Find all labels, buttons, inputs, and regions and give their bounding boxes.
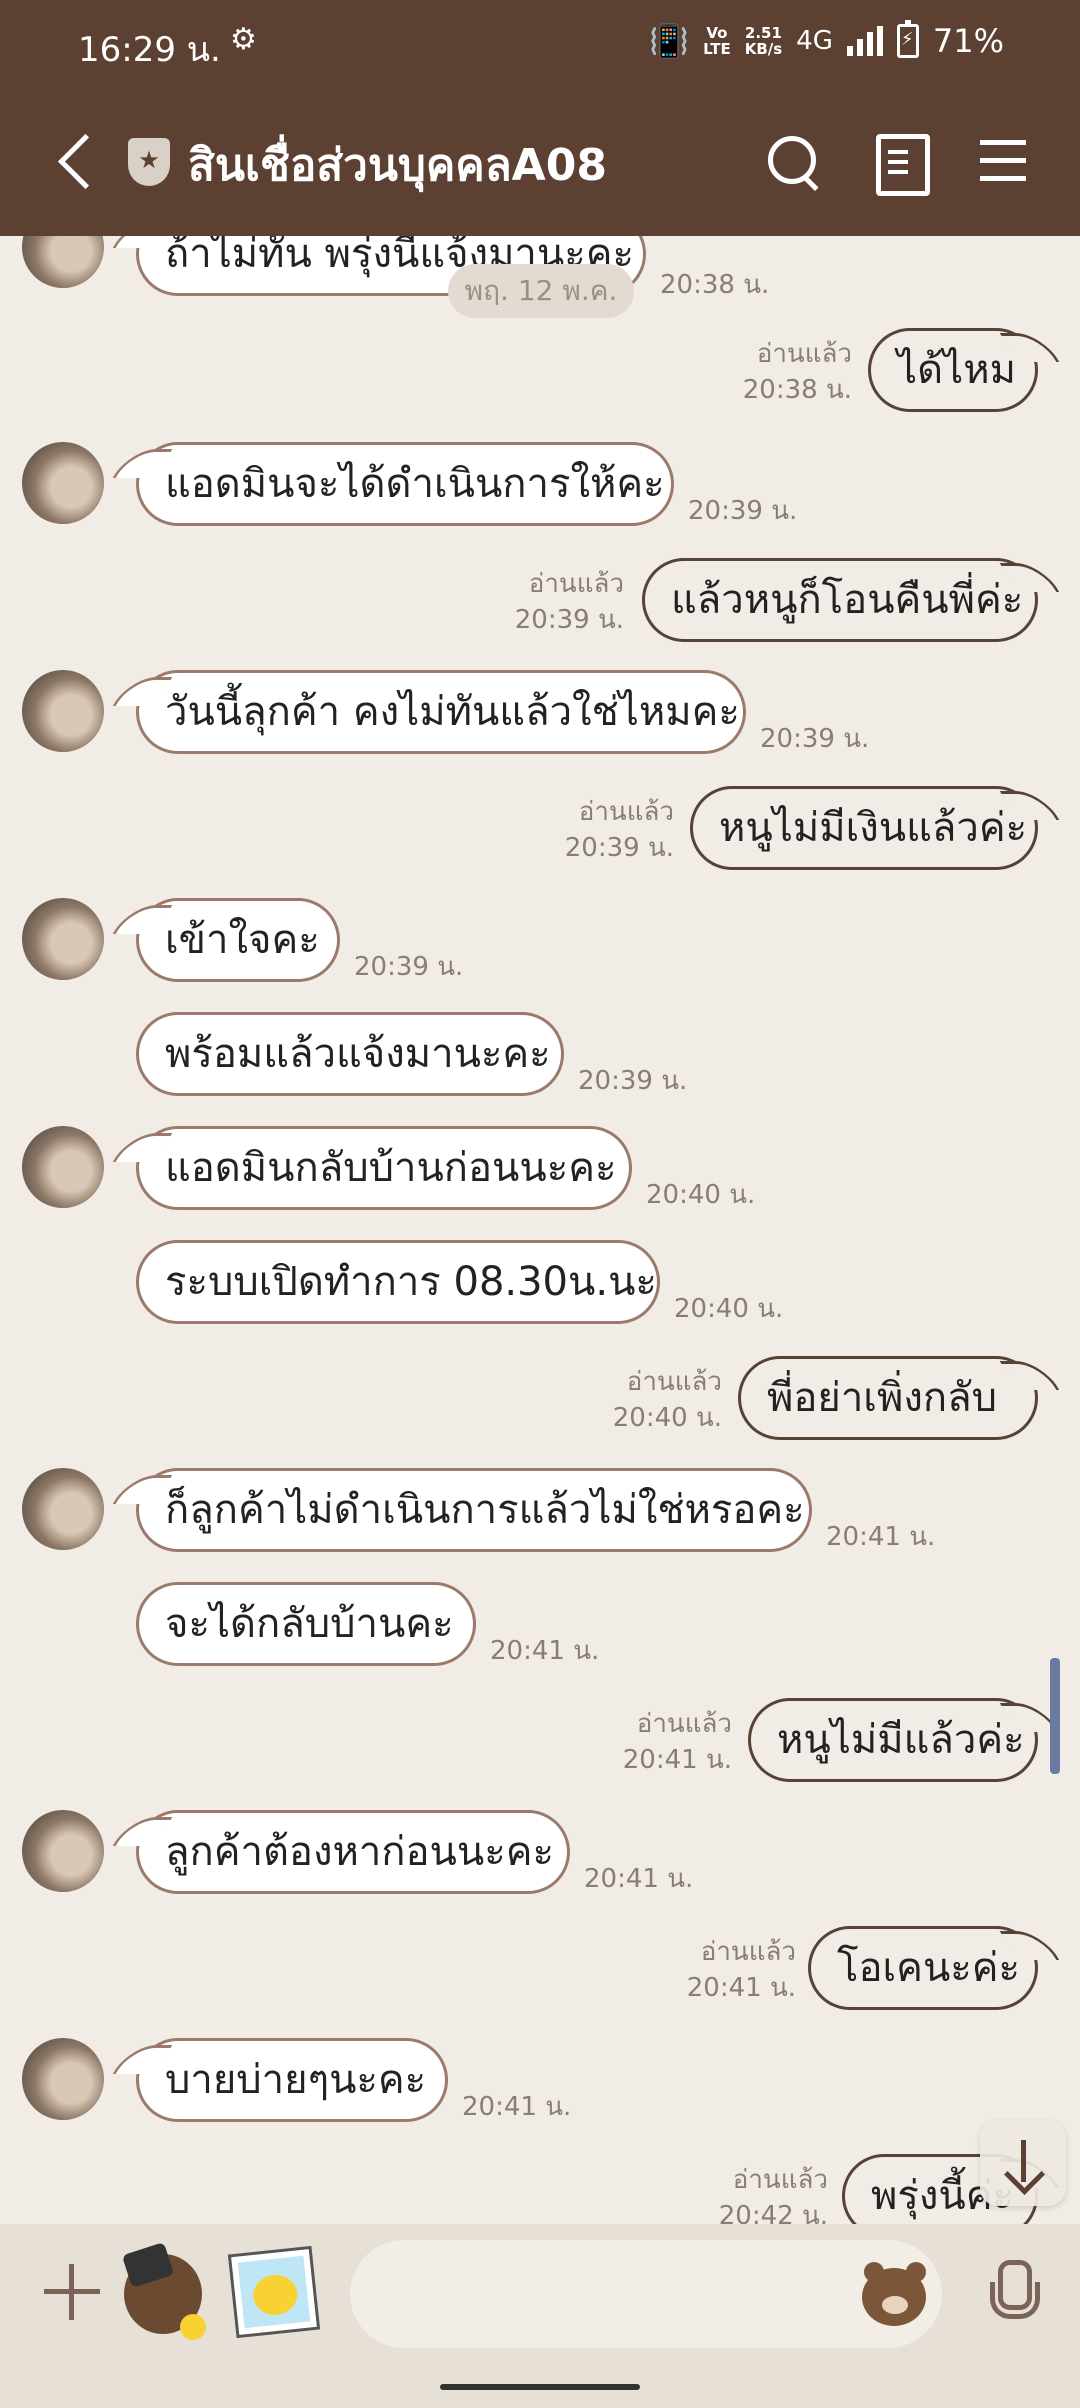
message-time: 20:40 น. [674,1294,784,1324]
message-bubble-in[interactable]: วันนี้ลุกค้า คงไม่ทันแล้วใช่ไหมคะ [136,670,746,754]
status-icons: 📳 VoLTE 2.51KB/s 4G 71% [649,20,1004,60]
message-time: 20:41 น. [686,1973,796,2003]
avatar[interactable] [22,1126,104,1208]
avatar[interactable] [22,670,104,752]
net-speed: 2.51 KB/s [744,24,783,58]
status-time: 16:29 น. [78,30,221,70]
message-bubble-in[interactable]: จะได้กลับบ้านคะ [136,1582,476,1666]
scroll-down-icon[interactable] [980,2120,1066,2206]
read-receipt: อ่านแล้ว [578,797,674,827]
read-receipt: อ่านแล้ว [756,339,852,369]
message-time: 20:40 น. [646,1180,756,1210]
message-time: 20:39 น. [354,952,464,982]
message-bubble-out[interactable]: หนูไม่มีเงินแล้วค่ะ [690,786,1038,870]
message-time: 20:39 น. [564,833,674,863]
search-icon[interactable] [760,130,824,194]
shield-star-icon: ★ [128,138,170,186]
nav-bar [0,2364,1080,2408]
avatar[interactable] [22,2038,104,2120]
avatar[interactable] [22,442,104,524]
message-bubble-in[interactable]: เข้าใจคะ [136,898,340,982]
message-time: 20:39 น. [578,1066,688,1096]
avatar[interactable] [22,236,104,288]
notes-icon[interactable] [868,130,932,196]
chat-title: สินเชื่อส่วนบุคคลA08 [188,140,607,191]
message-time: 20:38 น. [660,270,770,300]
message-bubble-out[interactable]: หนูไม่มีแล้วค่ะ [748,1698,1038,1782]
input-bar [0,2224,1080,2364]
avatar[interactable] [22,898,104,980]
message-time: 20:41 น. [490,1636,600,1666]
chat-header: ★ สินเชื่อส่วนบุคคลA08 [0,88,1080,236]
read-receipt: อ่านแล้ว [626,1367,722,1397]
read-receipt: อ่านแล้ว [636,1709,732,1739]
bear-sticker-icon[interactable] [118,2242,210,2344]
message-bubble-in[interactable]: ลูกค้าต้องหาก่อนนะคะ [136,1810,570,1894]
message-time: 20:41 น. [826,1522,936,1552]
battery-icon [896,20,919,58]
message-bubble-in[interactable]: แอดมินกลับบ้านก่อนนะคะ [136,1126,632,1210]
scrollbar[interactable] [1050,1658,1060,1774]
photo-sticker-icon[interactable] [227,2245,321,2339]
message-bubble-in[interactable]: บายบ่ายๆนะคะ [136,2038,448,2122]
message-meta: อ่านแล้ว 20:39 น. [515,566,624,638]
message-list[interactable]: ถ้าไม่ทัน พรุ่งนี้แจ้งมานะคะ 20:38 น. พฤ… [0,236,1080,2408]
signal-icon [846,26,883,56]
message-meta: อ่านแล้ว 20:41 น. [687,1934,796,2006]
message-bubble-in[interactable]: แอดมินจะได้ดำเนินการให้คะ [136,442,674,526]
message-time: 20:39 น. [760,724,870,754]
volte-icon: Vo LTE [703,24,731,58]
avatar[interactable] [22,1468,104,1550]
message-time: 20:41 น. [622,1745,732,1775]
battery-level: 71% [932,22,1004,60]
message-time: 20:38 น. [742,375,852,405]
message-time: 20:41 น. [462,2092,572,2122]
message-bubble-in[interactable]: พร้อมแล้วแจ้งมานะคะ [136,1012,564,1096]
message-bubble-in[interactable]: ก็ลูกค้าไม่ดำเนินการแล้วไม่ใช่หรอคะ [136,1468,812,1552]
status-bar: 16:29 น. ⚙ 📳 VoLTE 2.51KB/s 4G 71% [0,0,1080,88]
emoji-icon[interactable] [862,2262,928,2326]
message-meta: อ่านแล้ว 20:39 น. [565,794,674,866]
message-meta: อ่านแล้ว 20:38 น. [743,336,852,408]
date-chip: พฤ. 12 พ.ค. [448,264,634,318]
message-bubble-out[interactable]: พี่อย่าเพิ่งกลับ [738,1356,1038,1440]
vibrate-icon: 📳 [649,22,690,60]
message-time: 20:39 น. [514,605,624,635]
message-bubble-in[interactable]: ระบบเปิดทำการ 08.30น.นะ [136,1240,660,1324]
message-input[interactable] [350,2240,942,2348]
avatar[interactable] [22,1810,104,1892]
message-time: 20:39 น. [688,496,798,526]
back-icon[interactable] [50,130,110,194]
message-time: 20:40 น. [612,1403,722,1433]
gear-icon: ⚙ [230,22,257,57]
read-receipt: อ่านแล้ว [732,2165,828,2195]
read-receipt: อ่านแล้ว [528,569,624,599]
read-receipt: อ่านแล้ว [700,1937,796,1967]
message-meta: อ่านแล้ว 20:41 น. [623,1706,732,1778]
message-meta: อ่านแล้ว 20:40 น. [613,1364,722,1436]
plus-icon[interactable] [44,2264,100,2320]
microphone-icon[interactable] [984,2260,1040,2330]
network-type: 4G [796,26,833,56]
message-bubble-out[interactable]: ได้ไหม [868,328,1038,412]
menu-icon[interactable] [974,130,1038,194]
home-indicator[interactable] [440,2384,640,2390]
message-time: 20:41 น. [584,1864,694,1894]
message-bubble-out[interactable]: โอเคนะค่ะ [808,1926,1038,2010]
message-bubble-out[interactable]: แล้วหนูก็โอนคืนพี่ค่ะ [642,558,1038,642]
